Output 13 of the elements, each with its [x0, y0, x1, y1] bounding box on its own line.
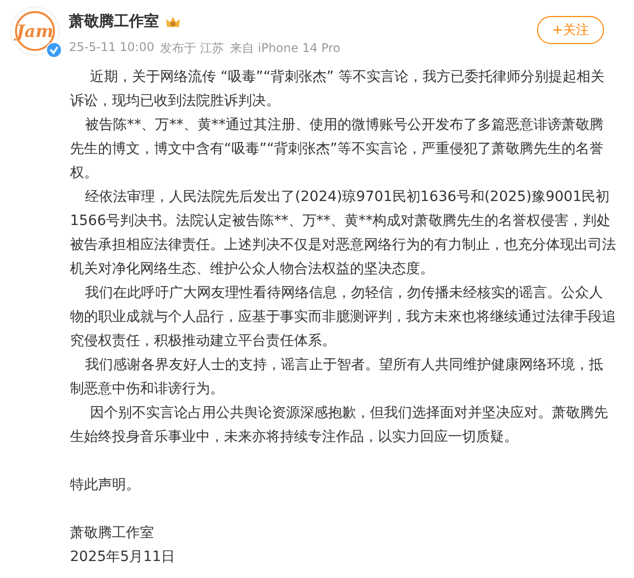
post-text: 2025年5月11日	[70, 548, 176, 567]
post-text: 萧敬腾工作室	[70, 524, 155, 543]
post-paragraph: 近期，关于网络流传 “吸毒”“背刺张杰” 等不实言论，我方已委托律师分别提起相关诉讼，现均已收到法院胜诉判决。	[70, 68, 606, 111]
post-text: 特此声明。	[70, 476, 141, 495]
post-paragraph: 我们感谢各界友好人士的支持，谣言止于智者。望所有人共同维护健康网络环境，抵制恶意中伤和诽谤行为。	[70, 356, 604, 399]
post-paragraph: 因个别不实言论占用公共舆论资源深感抱歉，但我们选择面对并坚决应对。萧敬腾先生始终投身音乐事业中，未来亦将持续专注作品，以实力回应一切质疑。	[70, 404, 609, 447]
post-paragraph: 被告陈**、万**、黄**通过其注册、使用的微博账号公开发布了多篇恶意诽谤萧敬腾先生的博文，博文中含有“吸毒”“背刺张杰”等不实言论，严重侵犯了萧敬腾先生的名誉权。	[70, 116, 605, 183]
post-paragraph: 经依法审理，人民法院先后发出了(2024)琼9701民初1636号和(2025)豫9001民初1566号判决书。法院认定被告陈**、万**、黄**构成对萧敬腾先生的名誉权侵害，判处被告承担相应法律责任。上述判决不仅是对恶意网络行为的有力制止，也充分体现出司法机关对净化网络生态、维护公众人物合法权益的坚决态度。	[70, 188, 616, 279]
post-meta: 发布于 江苏	[160, 40, 224, 57]
post-paragraph: 我们在此呼吁广大网友理性看待网络信息，勿轻信，勿传播未经核实的谣言。公众人物的职业成就与个人品行，应基于事实而非臆测评判，我方未來也将继续通过法律手段追究侵权责任，积极推动建立平台责任体系。	[70, 284, 616, 351]
post-meta: 25-5-11 10:00	[69, 40, 154, 56]
post-meta: 来自 iPhone 14 Pro	[230, 40, 340, 57]
author-name[interactable]: 萧敬腾工作室	[69, 12, 159, 31]
